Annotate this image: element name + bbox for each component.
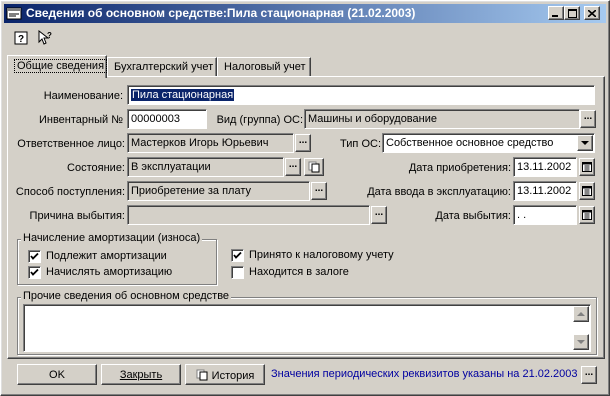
pledged-label: Находится в залоге bbox=[249, 266, 349, 278]
asset-type-combobox[interactable]: Собственное основное средство bbox=[382, 133, 595, 153]
ok-button[interactable]: OK bbox=[17, 364, 97, 385]
pledged-checkbox[interactable] bbox=[231, 266, 244, 279]
svg-text:?: ? bbox=[47, 31, 52, 40]
inventory-number-label: Инвентарный № bbox=[38, 114, 123, 126]
help-button[interactable]: ? bbox=[11, 28, 31, 48]
close-window-button[interactable] bbox=[584, 6, 600, 20]
receipt-method-label: Способ поступления: bbox=[15, 186, 125, 198]
context-help-button[interactable]: ? bbox=[35, 28, 55, 48]
commissioning-date-label: Дата ввода в эксплуатацию: bbox=[367, 186, 511, 198]
name-input[interactable]: Пила стационарная bbox=[127, 85, 595, 105]
charge-amortization-label: Начислять амортизацию bbox=[46, 266, 173, 278]
commissioning-date-input[interactable]: 13.11.2002 bbox=[513, 181, 577, 201]
tab-tax[interactable]: Налоговый учет bbox=[217, 57, 311, 77]
tab-general-label: Общие сведения bbox=[14, 59, 108, 73]
periodic-date-select-button[interactable]: ... bbox=[581, 366, 597, 384]
os-details-window: Сведения об основном средстве:Пила стаци… bbox=[0, 0, 610, 396]
asset-type-label: Тип ОС: bbox=[340, 138, 381, 150]
title-bar[interactable]: Сведения об основном средстве:Пила стаци… bbox=[4, 4, 606, 23]
responsible-person-input[interactable]: Мастерков Игорь Юрьевич bbox=[127, 133, 294, 153]
minimize-icon bbox=[552, 14, 558, 17]
accepted-for-tax-label: Принято к налоговому учету bbox=[249, 249, 394, 261]
history-icon bbox=[196, 369, 208, 381]
amortization-groupbox bbox=[17, 239, 217, 285]
history-button[interactable]: История bbox=[185, 364, 265, 385]
periodic-attributes-note: Значения периодических реквизитов указан… bbox=[271, 368, 578, 380]
charge-amortization-checkbox[interactable] bbox=[28, 266, 41, 279]
disposal-date-calendar-button[interactable] bbox=[579, 206, 595, 224]
state-input[interactable]: В эксплуатации bbox=[127, 157, 284, 177]
close-button[interactable]: Закрыть bbox=[101, 364, 181, 385]
subject-to-amortization-checkbox[interactable] bbox=[28, 250, 41, 263]
commissioning-date-calendar-button[interactable] bbox=[579, 182, 595, 200]
disposal-reason-input[interactable] bbox=[127, 205, 370, 225]
responsible-person-label: Ответственное лицо: bbox=[17, 138, 125, 150]
calendar-icon bbox=[582, 162, 592, 172]
history-button-label: История bbox=[211, 370, 255, 382]
tab-general[interactable]: Общие сведения bbox=[7, 55, 108, 78]
checkmark-icon bbox=[233, 251, 242, 259]
other-info-group-title: Прочие сведения об основном средстве bbox=[21, 290, 232, 302]
calendar-icon bbox=[582, 210, 592, 220]
scroll-down-button[interactable] bbox=[573, 334, 589, 350]
acquisition-date-input[interactable]: 13.11.2002 bbox=[513, 157, 577, 177]
name-label: Наименование: bbox=[43, 90, 123, 102]
asset-kind-label: Вид (группа) ОС: bbox=[216, 114, 303, 126]
svg-text:?: ? bbox=[18, 34, 24, 45]
accepted-for-tax-checkbox[interactable] bbox=[231, 249, 244, 262]
tab-accounting-label: Бухгалтерский учет bbox=[114, 61, 214, 73]
disposal-reason-select-button[interactable]: ... bbox=[371, 206, 387, 224]
window-title: Сведения об основном средстве:Пила стаци… bbox=[26, 6, 416, 20]
asset-kind-input[interactable]: Машины и оборудование bbox=[304, 109, 580, 129]
receipt-method-input[interactable]: Приобретение за плату bbox=[127, 181, 310, 201]
other-info-textarea[interactable] bbox=[23, 304, 591, 352]
acquisition-date-label: Дата приобретения: bbox=[408, 162, 511, 174]
minimize-button[interactable] bbox=[548, 6, 564, 20]
checkmark-icon bbox=[30, 268, 39, 276]
close-icon bbox=[588, 9, 596, 17]
asset-type-dropdown-button[interactable] bbox=[577, 135, 593, 151]
amortization-group-title: Начисление амортизации (износа) bbox=[21, 232, 203, 244]
subject-to-amortization-label: Подлежит амортизации bbox=[46, 250, 167, 262]
state-history-button[interactable] bbox=[304, 158, 324, 176]
disposal-date-input[interactable]: . . bbox=[513, 205, 577, 225]
calendar-icon bbox=[582, 186, 592, 196]
close-button-label: Закрыть bbox=[119, 369, 163, 381]
scroll-up-button[interactable] bbox=[573, 306, 589, 322]
help-icon: ? bbox=[14, 31, 28, 45]
maximize-button[interactable] bbox=[564, 6, 580, 20]
disposal-date-label: Дата выбытия: bbox=[435, 210, 511, 222]
checkmark-icon bbox=[30, 252, 39, 260]
document-icon bbox=[6, 6, 22, 21]
name-input-value: Пила стационарная bbox=[131, 89, 235, 101]
state-select-button[interactable]: ... bbox=[285, 158, 301, 176]
chevron-down-icon bbox=[581, 140, 589, 145]
acquisition-date-calendar-button[interactable] bbox=[579, 158, 595, 176]
maximize-icon bbox=[567, 8, 577, 18]
state-label: Состояние: bbox=[67, 162, 125, 174]
copy-icon bbox=[308, 161, 320, 173]
responsible-person-select-button[interactable]: ... bbox=[295, 134, 311, 152]
chevron-down-icon bbox=[577, 339, 585, 344]
tab-tax-label: Налоговый учет bbox=[224, 61, 306, 73]
chevron-up-icon bbox=[577, 311, 585, 316]
asset-kind-select-button[interactable]: ... bbox=[580, 110, 596, 128]
tab-accounting[interactable]: Бухгалтерский учет bbox=[107, 57, 217, 77]
disposal-reason-label: Причина выбытия: bbox=[29, 210, 125, 222]
inventory-number-input[interactable]: 00000003 bbox=[127, 109, 207, 129]
whats-this-cursor-icon: ? bbox=[38, 30, 52, 45]
receipt-method-select-button[interactable]: ... bbox=[311, 182, 327, 200]
